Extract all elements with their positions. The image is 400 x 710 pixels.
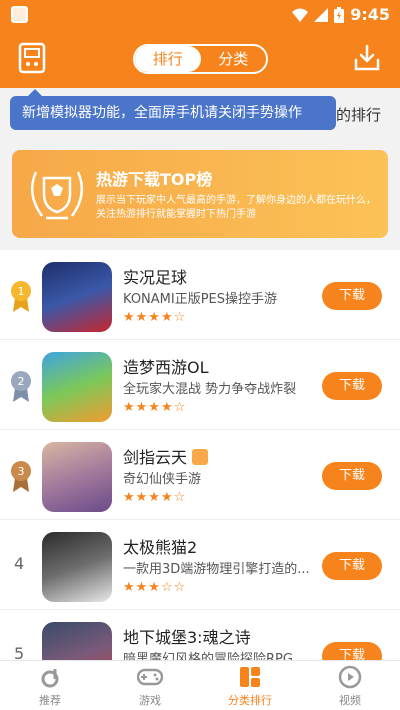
star-rating: ★★★☆☆	[123, 580, 187, 595]
top-downloads-banner[interactable]: 热游下载TOP榜 展示当下玩家中人气最高的手游，了解你身边的人都在玩什么，关注热…	[12, 150, 388, 238]
banner-title: 热游下载TOP榜	[96, 170, 213, 189]
rank-number: 4	[14, 554, 25, 573]
wifi-icon	[292, 8, 309, 22]
rank-number: 2	[18, 375, 25, 388]
download-button[interactable]: 下载	[322, 462, 382, 490]
gift-icon	[192, 449, 209, 465]
nav-category-rank[interactable]: 分类排行	[200, 661, 300, 710]
star-rating: ★★★★☆	[123, 490, 187, 505]
app-name: 实况足球	[123, 268, 188, 287]
list-item[interactable]: 5 地下城堡3:魂之诗 暗黑魔幻风格的冒险探险RPG ★★★★☆ 下载	[0, 610, 400, 660]
download-button[interactable]: 下载	[322, 552, 382, 580]
download-button[interactable]: 下载	[322, 372, 382, 400]
tab-category[interactable]: 分类	[201, 46, 267, 72]
tooltip-text: 新增模拟器功能，全面屏手机请关闭手势操作	[22, 105, 302, 121]
status-bar: 9:45	[0, 0, 400, 30]
ranking-subtitle-tail: 的排行	[336, 106, 382, 124]
nav-games[interactable]: 游戏	[100, 661, 200, 710]
battery-icon	[334, 6, 345, 23]
nav-label: 游戏	[139, 694, 161, 707]
signal-icon	[314, 7, 329, 22]
tab-rank[interactable]: 排行	[135, 46, 201, 72]
emulator-tooltip[interactable]: 新增模拟器功能，全面屏手机请关闭手势操作	[10, 89, 336, 130]
app-notification-icon	[11, 6, 28, 23]
gamepad-icon	[137, 668, 163, 686]
rank-number: 3	[18, 465, 25, 478]
trophy-laurel-icon	[30, 171, 84, 220]
app-name: 剑指云天	[123, 448, 188, 467]
app-icon[interactable]	[42, 622, 112, 660]
nav-label: 视频	[339, 694, 361, 707]
status-indicators: 9:45	[292, 5, 390, 24]
list-item[interactable]: 4 太极熊猫2 一款用3D端游物理引擎打造的... ★★★☆☆ 下载	[0, 520, 400, 610]
nav-recommend[interactable]: 推荐	[0, 661, 100, 710]
list-item[interactable]: 1 实况足球 KONAMI正版PES操控手游 ★★★★☆ 下载	[0, 250, 400, 340]
play-icon	[338, 665, 362, 689]
nav-label: 推荐	[39, 694, 61, 707]
status-time: 9:45	[350, 5, 390, 24]
download-button[interactable]: 下载	[322, 642, 382, 660]
app-description: 奇幻仙侠手游	[123, 472, 202, 487]
app-icon[interactable]	[42, 532, 112, 602]
app-description: 全玩家大混战 势力争夺战炸裂	[123, 382, 297, 397]
app-name-with-badge: 剑指云天	[123, 444, 209, 468]
download-manager-icon[interactable]	[354, 44, 380, 72]
app-name: 造梦西游OL	[123, 358, 209, 377]
download-button[interactable]: 下载	[322, 282, 382, 310]
list-item[interactable]: 3 剑指云天 奇幻仙侠手游 ★★★★☆ 下载	[0, 430, 400, 520]
app-icon[interactable]	[42, 352, 112, 422]
gold-medal-icon: 1	[11, 281, 31, 312]
app-icon[interactable]	[42, 442, 112, 512]
rank-number: 1	[18, 285, 25, 298]
app-icon[interactable]	[42, 262, 112, 332]
star-rating: ★★★★☆	[123, 400, 187, 415]
list-item[interactable]: 2 造梦西游OL 全玩家大混战 势力争夺战炸裂 ★★★★☆ 下载	[0, 340, 400, 430]
top-header: 排行 分类	[0, 30, 400, 88]
category-rank-icon	[240, 667, 260, 687]
app-description: 一款用3D端游物理引擎打造的...	[123, 562, 310, 577]
app-ranking-list: 1 实况足球 KONAMI正版PES操控手游 ★★★★☆ 下载 2 造梦西游OL…	[0, 250, 400, 660]
bottom-navigation: 推荐 游戏 分类排行 视频	[0, 660, 400, 710]
tooltip-arrow	[28, 89, 42, 96]
emulator-icon[interactable]	[18, 42, 46, 74]
star-rating: ★★★★☆	[123, 310, 187, 325]
app-description: 暗黑魔幻风格的冒险探险RPG	[123, 652, 293, 660]
rank-category-switch: 排行 分类	[133, 44, 268, 74]
silver-medal-icon: 2	[11, 371, 31, 402]
rank-number: 5	[14, 644, 25, 660]
nav-video[interactable]: 视频	[300, 661, 400, 710]
bronze-medal-icon: 3	[11, 461, 31, 492]
app-name: 太极熊猫2	[123, 538, 198, 557]
app-description: KONAMI正版PES操控手游	[123, 292, 278, 307]
recommend-icon	[41, 669, 59, 688]
app-name: 地下城堡3:魂之诗	[123, 628, 251, 647]
banner-description: 展示当下玩家中人气最高的手游，了解你身边的人都在玩什么，关注热游排行就能掌握时下…	[96, 195, 376, 220]
nav-label: 分类排行	[228, 694, 272, 707]
